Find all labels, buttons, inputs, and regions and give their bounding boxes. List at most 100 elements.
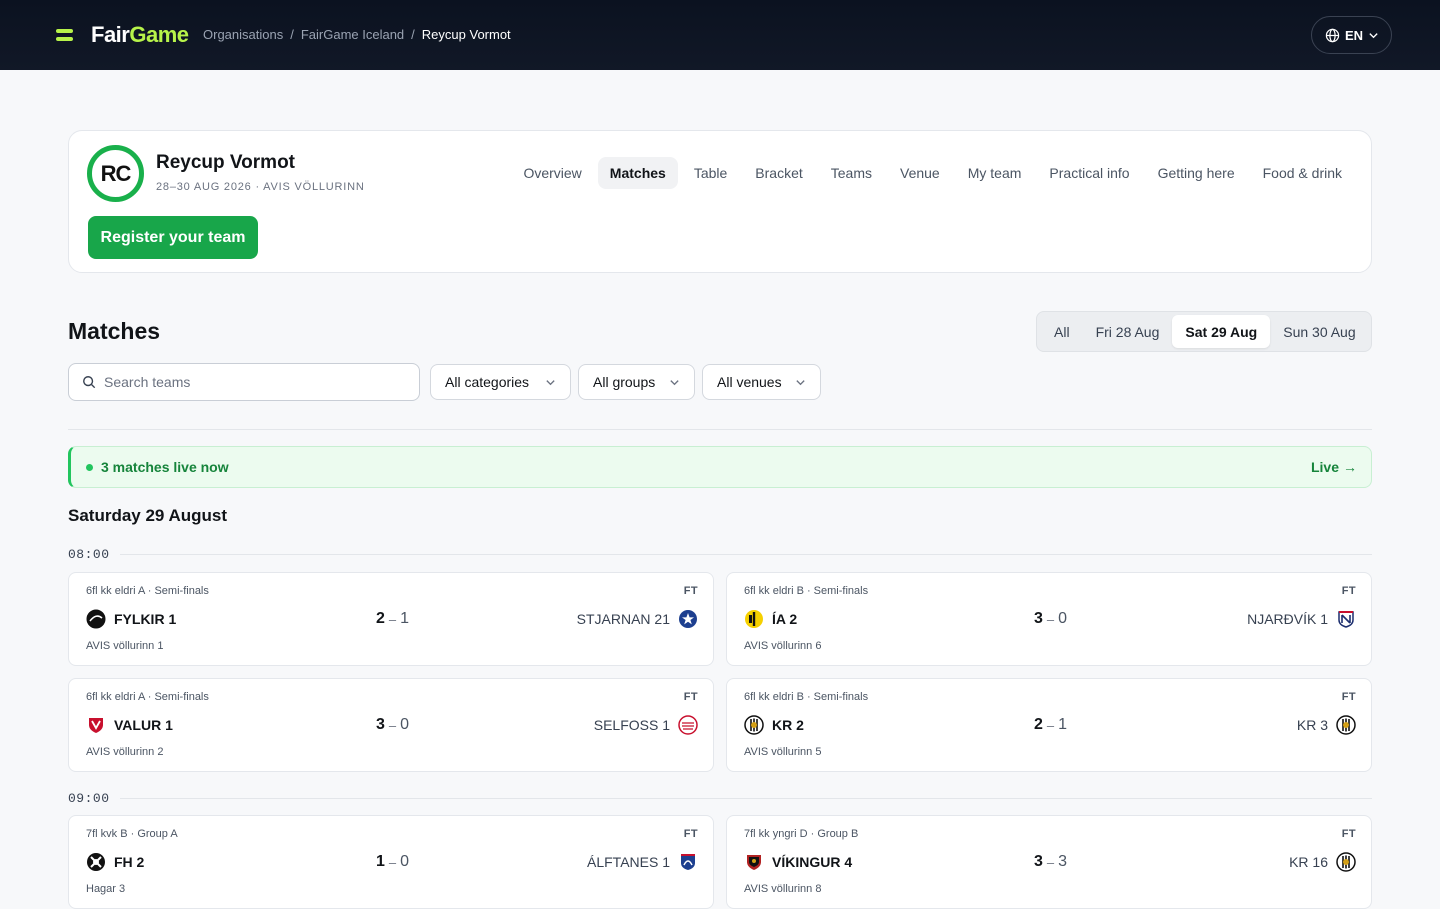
day-filter-all[interactable]: All (1041, 315, 1083, 348)
tab-teams[interactable]: Teams (819, 157, 884, 189)
tab-bracket[interactable]: Bracket (743, 157, 814, 189)
match-card[interactable]: 6fl kk eldri B · Semi-finals FT KR 2 2–1 KR … (726, 678, 1372, 772)
home-team: FH 2 (86, 852, 144, 872)
time-slot-header: 09:00 (68, 789, 1372, 807)
away-team-name: SELFOSS 1 (593, 717, 670, 733)
live-count: 3 matches live now (86, 459, 229, 475)
home-team-name: VALUR 1 (114, 717, 173, 733)
register-team-button[interactable]: Register your team (88, 216, 258, 259)
match-venue: Hagar 3 (86, 883, 126, 895)
score-separator: – (1046, 854, 1055, 870)
groups-select-value: All groups (593, 374, 656, 390)
away-team-name: NJARÐVÍK 1 (1247, 611, 1328, 627)
groups-select[interactable]: All groups (578, 364, 695, 400)
score-separator: – (1046, 611, 1055, 627)
home-score: 2 (376, 610, 385, 627)
match-venue: AVIS völlurinn 8 (744, 883, 822, 895)
breadcrumb-separator: / (411, 27, 415, 42)
match-card[interactable]: 6fl kk eldri A · Semi-finals FT FYLKIR 1 2–… (68, 572, 714, 666)
away-team: KR 16 (1289, 852, 1356, 872)
kr-crest-icon (744, 715, 764, 735)
home-score: 3 (376, 716, 385, 733)
score-separator: – (388, 854, 397, 870)
page-title: Matches (68, 318, 161, 344)
match-score: 1–0 (376, 852, 416, 872)
away-score: 0 (400, 853, 410, 870)
top-bar: FairGame Organisations / FairGame Icelan… (0, 0, 1440, 70)
live-link-label: Live (1310, 459, 1339, 475)
fh-crest-icon (87, 853, 105, 871)
away-score: 1 (1058, 716, 1068, 733)
language-label: EN (1345, 27, 1364, 43)
match-score: 3–0 (376, 715, 416, 735)
breadcrumb-item-fairgame-iceland[interactable]: FairGame Iceland (301, 27, 404, 42)
tab-matches[interactable]: Matches (597, 157, 678, 189)
time-slot-rule (119, 553, 1372, 555)
home-team-name: FH 2 (114, 854, 145, 870)
tab-food-drink[interactable]: Food & drink (1251, 157, 1354, 189)
categories-select[interactable]: All categories (430, 364, 571, 400)
day-filter-sat[interactable]: Sat 29 Aug (1172, 315, 1271, 348)
menu-icon[interactable] (56, 29, 73, 42)
away-team-name: ÁLFTANES 1 (587, 854, 670, 870)
away-team: SELFOSS 1 (594, 715, 698, 735)
chevron-down-icon (1369, 32, 1378, 38)
home-team-name: ÍA 2 (772, 611, 798, 627)
match-score: 3–0 (1034, 609, 1074, 629)
date-heading: Saturday 29 August (68, 506, 228, 525)
breadcrumb-separator: / (290, 27, 294, 42)
away-team: KR 3 (1297, 715, 1356, 735)
match-category: 6fl kk eldri A · Semi-finals (86, 585, 209, 597)
away-score: 0 (1058, 610, 1068, 627)
match-category: 6fl kk eldri B · Semi-finals (744, 585, 869, 597)
match-category: 6fl kk eldri A · Semi-finals (86, 691, 209, 703)
categories-select-value: All categories (445, 374, 530, 390)
tab-practical-info[interactable]: Practical info (1037, 157, 1141, 189)
tab-venue[interactable]: Venue (888, 157, 952, 189)
home-team: KR 2 (744, 715, 804, 735)
tab-overview[interactable]: Overview (511, 157, 593, 189)
brand-name-part: Game (129, 22, 189, 47)
score-separator: – (1046, 717, 1055, 733)
home-team: FYLKIR 1 (86, 609, 176, 629)
selfoss-crest-icon (678, 715, 698, 735)
match-venue: AVIS völlurinn 6 (744, 640, 822, 652)
match-status-badge: FT (1341, 828, 1356, 840)
chevron-down-icon (670, 379, 679, 385)
event-dates-venue: 28–30 AUG 2026 · AVIS VÖLLURINN (156, 181, 365, 193)
away-score: 0 (400, 716, 410, 733)
home-team-name: FYLKIR 1 (114, 611, 177, 627)
live-link[interactable]: Live → (1311, 459, 1357, 475)
njardvik-crest-icon (1338, 611, 1354, 628)
tab-getting-here[interactable]: Getting here (1146, 157, 1247, 189)
match-category: 7fl kk yngri D · Group B (744, 828, 859, 840)
alftanes-crest-icon (681, 854, 695, 870)
tab-my-team[interactable]: My team (956, 157, 1034, 189)
event-tabs: Overview Matches Table Bracket Teams Ven… (507, 157, 1354, 189)
day-filter-fri[interactable]: Fri 28 Aug (1083, 315, 1173, 348)
time-slot-rule (119, 797, 1372, 799)
tab-table[interactable]: Table (682, 157, 739, 189)
breadcrumb-item-organisations[interactable]: Organisations (203, 27, 283, 42)
match-card[interactable]: 6fl kk eldri B · Semi-finals FT ÍA 2 3–0 NJA… (726, 572, 1372, 666)
brand-logo[interactable]: FairGame (91, 22, 189, 48)
home-team: ÍA 2 (744, 609, 797, 629)
home-team: VÍKINGUR 4 (744, 852, 852, 872)
match-venue: AVIS völlurinn 2 (86, 746, 164, 758)
day-filter: All Fri 28 Aug Sat 29 Aug Sun 30 Aug (1036, 311, 1372, 352)
match-card[interactable]: 7fl kvk B · Group A FT FH 2 1–0 ÁLFTANES 1 Ha… (68, 815, 714, 909)
search-input[interactable] (104, 374, 394, 390)
match-score: 2–1 (376, 609, 416, 629)
language-selector[interactable]: EN (1311, 16, 1392, 54)
away-score: 3 (1058, 853, 1068, 870)
live-indicator-dot (86, 463, 93, 471)
venues-select[interactable]: All venues (702, 364, 821, 400)
valur-crest-icon (89, 718, 103, 733)
match-card[interactable]: 7fl kk yngri D · Group B FT VÍKINGUR 4 3–3 K… (726, 815, 1372, 909)
kr-crest-icon (1336, 852, 1356, 872)
live-matches-banner: 3 matches live now Live → (68, 446, 1372, 488)
match-status-badge: FT (683, 828, 698, 840)
match-card[interactable]: 6fl kk eldri A · Semi-finals FT VALUR 1 3–0… (68, 678, 714, 772)
day-filter-sun[interactable]: Sun 30 Aug (1270, 315, 1368, 348)
kr-crest-icon (1336, 715, 1356, 735)
